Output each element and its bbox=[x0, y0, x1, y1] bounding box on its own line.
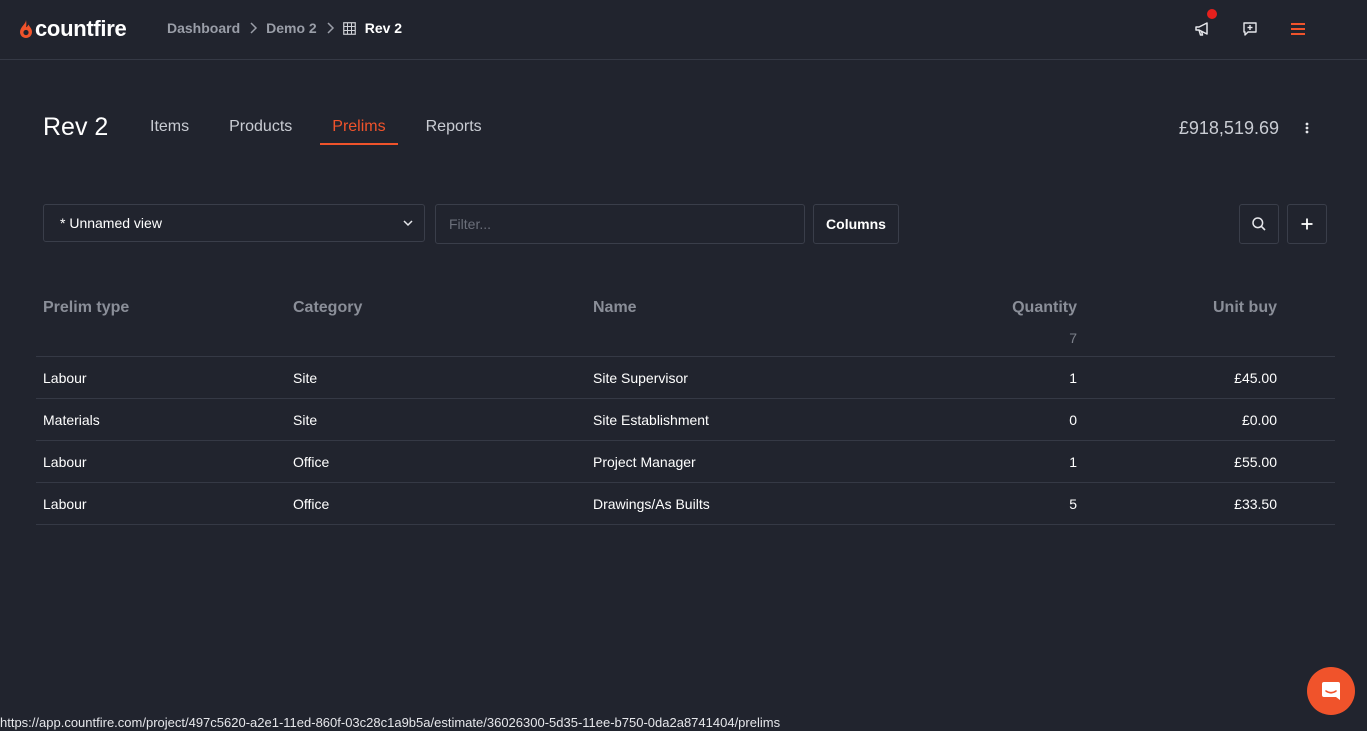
cell-category: Office bbox=[293, 496, 330, 512]
brand-name: countfire bbox=[35, 16, 127, 41]
more-vertical-icon bbox=[1305, 122, 1309, 134]
cell-category: Site bbox=[293, 412, 318, 428]
column-header-prelim-type[interactable]: Prelim type bbox=[43, 299, 129, 317]
prelims-table: Prelim type Category Name Quantity Unit … bbox=[36, 288, 1335, 525]
flame-icon bbox=[20, 20, 32, 38]
notification-badge bbox=[1206, 8, 1218, 20]
filter-input[interactable] bbox=[435, 204, 805, 244]
cell-quantity: 5 bbox=[1069, 496, 1077, 512]
cell-name: Drawings/As Builts bbox=[593, 496, 710, 512]
column-header-quantity[interactable]: Quantity bbox=[1012, 299, 1077, 317]
table-row[interactable]: Labour Office Project Manager 1 £55.00 bbox=[36, 441, 1335, 483]
countfire-logo[interactable]: countfire bbox=[18, 16, 127, 42]
top-actions bbox=[1167, 8, 1367, 44]
table-row[interactable]: Labour Site Site Supervisor 1 £45.00 bbox=[36, 357, 1335, 399]
breadcrumb-current: Rev 2 bbox=[342, 20, 403, 36]
tab-bar: Items Products Prelims Reports bbox=[150, 118, 522, 145]
cell-prelim-type: Labour bbox=[43, 370, 87, 386]
status-bar-url: https://app.countfire.com/project/497c56… bbox=[0, 715, 788, 730]
plus-icon bbox=[1301, 218, 1313, 230]
tab-reports[interactable]: Reports bbox=[426, 118, 482, 144]
breadcrumb: Dashboard Demo 2 Rev 2 bbox=[167, 20, 402, 36]
cell-quantity: 1 bbox=[1069, 370, 1077, 386]
column-header-name[interactable]: Name bbox=[593, 299, 637, 317]
cell-category: Site bbox=[293, 370, 318, 386]
cell-prelim-type: Labour bbox=[43, 496, 87, 512]
cell-prelim-type: Materials bbox=[43, 412, 100, 428]
column-header-category[interactable]: Category bbox=[293, 299, 362, 317]
search-button[interactable] bbox=[1239, 204, 1279, 244]
feedback-button[interactable] bbox=[1237, 16, 1263, 42]
main-menu-button[interactable] bbox=[1285, 16, 1311, 42]
top-bar: countfire Dashboard Demo 2 Rev 2 bbox=[0, 0, 1367, 60]
feedback-icon bbox=[1243, 22, 1257, 36]
estimate-total: £918,519.69 bbox=[1178, 118, 1279, 138]
column-header-unit-buy[interactable]: Unit buy bbox=[1213, 299, 1277, 317]
tab-prelims[interactable]: Prelims bbox=[320, 118, 399, 145]
cell-name: Project Manager bbox=[593, 454, 696, 470]
cell-quantity: 0 bbox=[1069, 412, 1077, 428]
cell-unit-buy: £55.00 bbox=[1234, 454, 1277, 470]
cell-unit-buy: £33.50 bbox=[1234, 496, 1277, 512]
table-row[interactable]: Labour Office Drawings/As Builts 5 £33.5… bbox=[36, 483, 1335, 525]
tab-items[interactable]: Items bbox=[150, 118, 189, 144]
view-select-label: * Unnamed view bbox=[60, 215, 162, 231]
columns-button[interactable]: Columns bbox=[813, 204, 899, 244]
chevron-right-icon bbox=[248, 21, 258, 35]
more-options-button[interactable] bbox=[1297, 118, 1317, 138]
view-select[interactable]: * Unnamed view bbox=[43, 204, 425, 242]
menu-icon bbox=[1291, 23, 1305, 35]
cell-unit-buy: £45.00 bbox=[1234, 370, 1277, 386]
cell-name: Site Supervisor bbox=[593, 370, 688, 386]
cell-quantity: 1 bbox=[1069, 454, 1077, 470]
chat-icon bbox=[1322, 682, 1340, 700]
cell-name: Site Establishment bbox=[593, 412, 709, 428]
search-icon bbox=[1252, 217, 1266, 231]
table-header: Prelim type Category Name Quantity Unit … bbox=[36, 288, 1335, 357]
table-row[interactable]: Materials Site Site Establishment 0 £0.0… bbox=[36, 399, 1335, 441]
add-prelim-button[interactable] bbox=[1287, 204, 1327, 244]
announcements-button[interactable] bbox=[1190, 8, 1218, 42]
tab-products[interactable]: Products bbox=[229, 118, 292, 144]
quantity-total: 7 bbox=[1069, 330, 1077, 346]
megaphone-icon bbox=[1195, 22, 1208, 36]
chevron-down-icon bbox=[403, 220, 413, 227]
chevron-right-icon bbox=[325, 21, 335, 35]
cell-category: Office bbox=[293, 454, 330, 470]
chat-launcher-button[interactable] bbox=[1307, 667, 1355, 715]
table-icon bbox=[342, 21, 356, 35]
breadcrumb-current-label: Rev 2 bbox=[364, 20, 403, 36]
page-title: Rev 2 bbox=[43, 113, 109, 141]
cell-unit-buy: £0.00 bbox=[1241, 412, 1277, 428]
cell-prelim-type: Labour bbox=[43, 454, 87, 470]
breadcrumb-demo-2[interactable]: Demo 2 bbox=[266, 20, 317, 36]
breadcrumb-dashboard[interactable]: Dashboard bbox=[167, 20, 240, 36]
